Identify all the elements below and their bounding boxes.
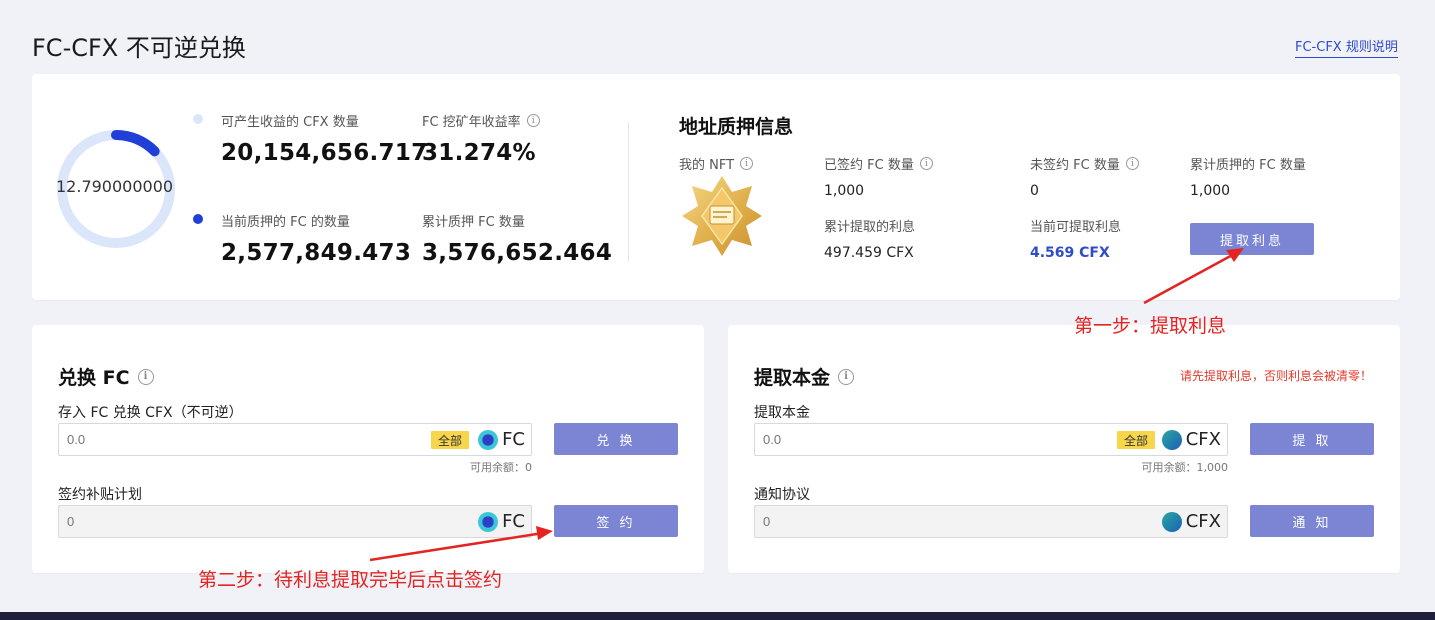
total-fc-label: 累计质押 FC 数量 <box>422 215 525 230</box>
exchange-title: 兑换 FC <box>58 367 130 389</box>
cfx-earning-stat: 可产生收益的 CFX 数量 20,154,656.717 <box>221 111 427 166</box>
withdraw-title: 提取本金 <box>754 367 831 389</box>
cfx-token-label: CFX <box>1185 429 1221 450</box>
deposit-input[interactable] <box>67 424 407 455</box>
sign-field[interactable]: FC <box>58 505 532 538</box>
signed-label: 已签约 FC 数量 <box>824 158 914 173</box>
exchange-button[interactable]: 兑 换 <box>554 423 678 455</box>
footer-bar <box>0 612 1435 620</box>
available-interest: 当前可提取利息 4.569 CFX <box>1030 216 1121 261</box>
fc-token-icon <box>478 511 499 532</box>
cfx-token-icon <box>1161 511 1182 532</box>
cfx-earning-value: 20,154,656.717 <box>221 140 428 166</box>
deposit-field[interactable]: 全部 FC <box>58 423 532 456</box>
cfx-token: CFX <box>1161 511 1221 532</box>
cfx-token-label: CFX <box>1185 511 1221 532</box>
cfx-token-icon <box>1161 429 1182 450</box>
unsigned-fc: 未签约 FC 数量 i 0 <box>1030 154 1139 199</box>
progress-ring: 12.790000000 <box>54 127 178 251</box>
unsigned-value: 0 <box>1030 183 1039 199</box>
pledge-title: 地址质押信息 <box>679 116 794 138</box>
nft-badge-icon[interactable] <box>680 174 764 258</box>
signed-fc: 已签约 FC 数量 i 1,000 <box>824 154 933 199</box>
info-icon[interactable]: i <box>526 114 540 127</box>
notify-button[interactable]: 通 知 <box>1250 505 1374 537</box>
overview-card: 12.790000000 可产生收益的 CFX 数量 20,154,656.71… <box>32 74 1400 300</box>
cfx-token: CFX <box>1161 429 1221 450</box>
step2-annotation: 第二步：待利息提取完毕后点击签约 <box>198 569 503 591</box>
info-icon[interactable]: i <box>137 368 154 385</box>
fc-token: FC <box>478 429 525 450</box>
principal-field[interactable]: 全部 CFX <box>754 423 1228 456</box>
exchange-title-wrap: 兑换 FC i <box>58 363 154 390</box>
withdrawn-interest: 累计提取的利息 497.459 CFX <box>824 216 915 261</box>
apy-label: FC 挖矿年收益率 <box>422 115 521 130</box>
notify-input[interactable] <box>763 506 1103 537</box>
legend-dot-light <box>193 114 203 124</box>
exchange-card: 兑换 FC i 存入 FC 兑换 CFX（不可逆） 全部 FC 可用余额：0 兑… <box>32 325 704 573</box>
total-fc-stat: 累计质押 FC 数量 3,576,652.464 <box>422 211 612 266</box>
principal-label: 提取本金 <box>754 405 810 421</box>
current-fc-value: 2,577,849.473 <box>221 240 412 266</box>
ring-value: 12.790000000 <box>56 177 174 196</box>
nft-label-wrap: 我的 NFT i <box>679 154 754 173</box>
notify-field[interactable]: CFX <box>754 505 1228 538</box>
all-tag[interactable]: 全部 <box>1116 431 1155 449</box>
signed-value: 1,000 <box>824 183 865 199</box>
fc-token: FC <box>478 511 525 532</box>
withdraw-title-wrap: 提取本金 i <box>754 363 855 390</box>
cumulative-fc: 累计质押的 FC 数量 1,000 <box>1190 154 1306 199</box>
withdraw-interest-button[interactable]: 提取利息 <box>1190 223 1314 255</box>
info-icon[interactable]: i <box>740 157 754 170</box>
info-icon[interactable]: i <box>1125 157 1139 170</box>
apy-value: 31.274% <box>422 140 536 166</box>
principal-input[interactable] <box>763 424 1103 455</box>
fc-balance: 可用余额：0 <box>470 461 532 474</box>
withdrawn-interest-label: 累计提取的利息 <box>824 220 916 235</box>
available-interest-value: 4.569 CFX <box>1030 245 1110 261</box>
withdrawn-interest-value: 497.459 CFX <box>824 245 914 261</box>
rules-link[interactable]: FC-CFX 规则说明 <box>1295 36 1398 58</box>
legend-dot-dark <box>193 214 203 224</box>
total-fc-value: 3,576,652.464 <box>422 240 613 266</box>
fc-token-icon <box>478 429 499 450</box>
sign-input[interactable] <box>67 506 407 537</box>
sign-button[interactable]: 签 约 <box>554 505 678 537</box>
current-fc-stat: 当前质押的 FC 的数量 2,577,849.473 <box>221 211 411 266</box>
info-icon[interactable]: i <box>838 368 855 385</box>
available-interest-label: 当前可提取利息 <box>1030 220 1122 235</box>
cumulative-label: 累计质押的 FC 数量 <box>1190 158 1306 173</box>
divider <box>628 122 629 262</box>
all-tag[interactable]: 全部 <box>430 431 469 449</box>
current-fc-label: 当前质押的 FC 的数量 <box>221 215 350 230</box>
apy-stat: FC 挖矿年收益率 i 31.274% <box>422 111 540 166</box>
cfx-earning-label: 可产生收益的 CFX 数量 <box>221 115 359 130</box>
notify-label: 通知协议 <box>754 487 810 503</box>
sign-label: 签约补贴计划 <box>58 487 142 503</box>
fc-token-label: FC <box>502 429 525 450</box>
page-title: FC-CFX 不可逆兑换 <box>32 34 246 62</box>
fc-token-label: FC <box>502 511 525 532</box>
cfx-balance: 可用余额：1,000 <box>1141 461 1229 474</box>
withdraw-button[interactable]: 提 取 <box>1250 423 1374 455</box>
unsigned-label: 未签约 FC 数量 <box>1030 158 1120 173</box>
deposit-label: 存入 FC 兑换 CFX（不可逆） <box>58 405 243 421</box>
nft-label: 我的 NFT <box>679 158 735 173</box>
cumulative-value: 1,000 <box>1190 183 1231 199</box>
warning-text: 请先提取利息，否则利息会被清零！ <box>1180 369 1373 383</box>
step1-annotation: 第一步：提取利息 <box>1074 315 1227 337</box>
info-icon[interactable]: i <box>919 157 933 170</box>
withdraw-card: 提取本金 i 请先提取利息，否则利息会被清零！ 提取本金 全部 CFX 可用余额… <box>728 325 1400 573</box>
